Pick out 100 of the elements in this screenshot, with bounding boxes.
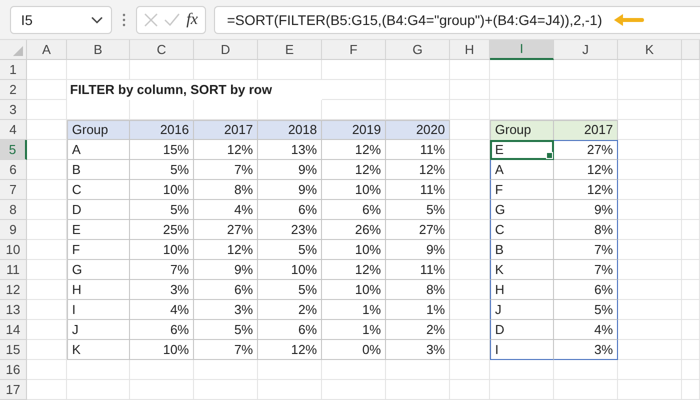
row-header[interactable]: 2 — [0, 80, 27, 100]
column-header[interactable]: F — [322, 40, 386, 60]
table-cell[interactable]: 27% — [554, 140, 618, 160]
empty-cell[interactable] — [618, 100, 682, 120]
empty-cell[interactable] — [682, 200, 700, 220]
empty-cell[interactable] — [618, 60, 682, 80]
empty-cell[interactable] — [554, 60, 618, 80]
empty-cell[interactable] — [682, 320, 700, 340]
row-header[interactable]: 5 — [0, 140, 27, 160]
table-cell[interactable]: 3% — [554, 340, 618, 360]
row-header[interactable]: 15 — [0, 340, 27, 360]
insert-function-button[interactable]: fx — [186, 10, 198, 28]
column-header[interactable]: H — [450, 40, 490, 60]
row-header[interactable]: 8 — [0, 200, 27, 220]
table-cell[interactable]: 9% — [554, 200, 618, 220]
table-cell[interactable]: D — [490, 320, 554, 340]
empty-cell[interactable] — [618, 80, 682, 100]
table-cell[interactable]: E — [490, 140, 554, 160]
column-header[interactable]: J — [554, 40, 618, 60]
empty-cell[interactable] — [194, 380, 258, 400]
empty-cell[interactable] — [490, 60, 554, 80]
empty-cell[interactable] — [554, 80, 618, 100]
table-cell[interactable]: K — [490, 260, 554, 280]
column-header[interactable]: E — [258, 40, 322, 60]
column-header[interactable]: G — [386, 40, 450, 60]
table-cell[interactable]: B — [490, 240, 554, 260]
table-cell[interactable]: 5% — [554, 300, 618, 320]
table-cell[interactable]: 6% — [554, 280, 618, 300]
empty-cell[interactable] — [682, 100, 700, 120]
table-cell[interactable]: G — [490, 200, 554, 220]
name-box[interactable]: I5 — [10, 6, 112, 34]
row-header[interactable]: 10 — [0, 240, 27, 260]
empty-cell[interactable] — [682, 220, 700, 240]
check-icon[interactable] — [164, 12, 180, 26]
table-cell[interactable]: H — [490, 280, 554, 300]
column-header[interactable]: A — [27, 40, 67, 60]
empty-cell[interactable] — [130, 380, 194, 400]
table-cell[interactable]: I — [490, 340, 554, 360]
table-cell[interactable]: 12% — [554, 180, 618, 200]
row-header[interactable]: 6 — [0, 160, 27, 180]
empty-cell[interactable] — [682, 380, 700, 400]
empty-cell[interactable] — [682, 300, 700, 320]
empty-cell[interactable] — [682, 360, 700, 380]
row-header[interactable]: 7 — [0, 180, 27, 200]
empty-cell[interactable] — [682, 80, 700, 100]
row-header[interactable]: 12 — [0, 280, 27, 300]
empty-cell[interactable] — [322, 60, 386, 80]
column-header[interactable]: I — [490, 40, 554, 60]
empty-cell[interactable] — [682, 160, 700, 180]
empty-cell[interactable] — [450, 100, 490, 120]
row-header[interactable]: 14 — [0, 320, 27, 340]
empty-cell[interactable] — [450, 360, 490, 380]
empty-cell[interactable] — [386, 80, 450, 100]
fill-handle[interactable] — [546, 152, 553, 159]
select-all-icon[interactable] — [13, 46, 23, 56]
empty-cell[interactable] — [450, 380, 490, 400]
row-header[interactable]: 11 — [0, 260, 27, 280]
empty-cell[interactable] — [322, 380, 386, 400]
column-header[interactable]: C — [130, 40, 194, 60]
row-header[interactable]: 1 — [0, 60, 27, 80]
table-cell[interactable]: 12% — [554, 160, 618, 180]
table-cell[interactable]: 7% — [554, 240, 618, 260]
empty-cell[interactable] — [618, 360, 682, 380]
empty-cell[interactable] — [682, 120, 700, 140]
empty-cell[interactable] — [682, 180, 700, 200]
table-cell[interactable]: 4% — [554, 320, 618, 340]
cancel-icon[interactable] — [144, 12, 158, 26]
table-cell[interactable]: A — [490, 160, 554, 180]
empty-cell[interactable] — [450, 80, 490, 100]
column-header[interactable] — [682, 40, 700, 60]
empty-cell[interactable] — [258, 380, 322, 400]
empty-cell[interactable] — [682, 340, 700, 360]
more-icon[interactable] — [122, 12, 126, 26]
row-header[interactable]: 3 — [0, 100, 27, 120]
empty-cell[interactable] — [682, 140, 700, 160]
empty-cell[interactable] — [682, 260, 700, 280]
table-cell[interactable]: F — [490, 180, 554, 200]
row-header[interactable]: 4 — [0, 120, 27, 140]
table-cell[interactable]: C — [490, 220, 554, 240]
formula-field[interactable]: =SORT(FILTER(B5:G15,(B4:G4="group")+(B4:G4=J4)),2,-1) — [214, 6, 700, 34]
row-header[interactable]: 16 — [0, 360, 27, 380]
column-header[interactable]: D — [194, 40, 258, 60]
empty-cell[interactable] — [67, 380, 130, 400]
empty-cell[interactable] — [386, 380, 450, 400]
empty-cell[interactable] — [490, 380, 554, 400]
empty-cell[interactable] — [618, 380, 682, 400]
row-header[interactable]: 13 — [0, 300, 27, 320]
empty-cell[interactable] — [450, 60, 490, 80]
table-cell[interactable]: 7% — [554, 260, 618, 280]
table-cell[interactable]: J — [490, 300, 554, 320]
empty-cell[interactable] — [386, 60, 450, 80]
empty-cell[interactable] — [682, 240, 700, 260]
column-header[interactable]: K — [618, 40, 682, 60]
empty-cell[interactable] — [490, 80, 554, 100]
empty-cell[interactable] — [554, 380, 618, 400]
row-header[interactable]: 17 — [0, 380, 27, 400]
empty-cell[interactable] — [682, 280, 700, 300]
row-header[interactable]: 9 — [0, 220, 27, 240]
table-cell[interactable]: 8% — [554, 220, 618, 240]
column-header[interactable]: B — [67, 40, 130, 60]
